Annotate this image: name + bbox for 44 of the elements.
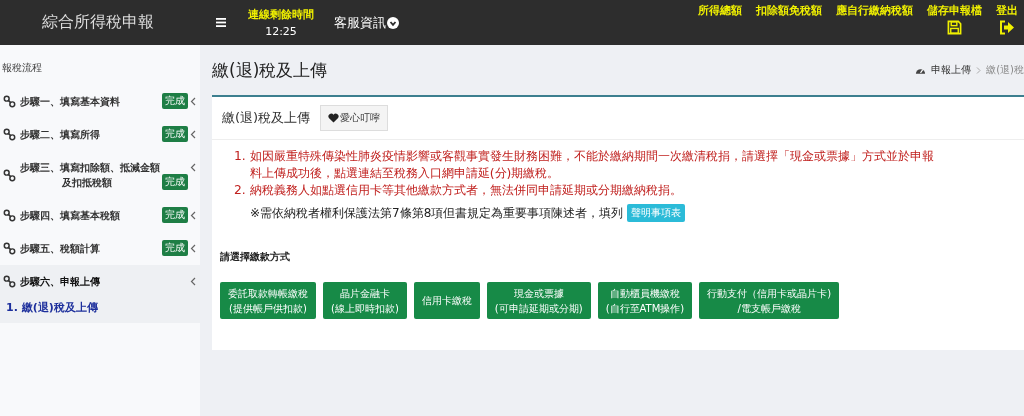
sidebar-item[interactable]: 步驟四、填寫基本稅額 完成	[0, 199, 200, 232]
header-link[interactable]: 登出	[996, 3, 1018, 18]
step-label: 步驟一、填寫基本資料	[20, 94, 120, 109]
sidebar-item[interactable]: 步驟一、填寫基本資料 完成	[0, 85, 200, 118]
step-label: 步驟二、填寫所得	[20, 127, 100, 142]
header-link[interactable]: 扣除額免稅額	[756, 3, 822, 18]
sidebar-heading: 報稅流程	[1, 61, 43, 75]
list-number: 1.	[234, 148, 246, 165]
step-label: 步驟四、填寫基本稅額	[20, 208, 120, 223]
note-text: ※需依納稅者權利保護法第7條第8項但書規定為重要事項陳述者，填列	[250, 204, 624, 222]
payment-method-button[interactable]: 委託取款轉帳繳稅 (提供帳戶供扣款)	[220, 282, 316, 319]
sidebar-item[interactable]: 步驟五、稅額計算 完成	[0, 232, 200, 265]
step-label: 步驟六、申報上傳	[20, 274, 100, 289]
notice-text: 納稅義務人如點選信用卡等其他繳款方式者，無法併同申請延期或分期繳納稅捐。	[249, 182, 682, 199]
reminder-button[interactable]: 愛心叮嚀	[320, 105, 389, 131]
status-badge: 完成	[162, 240, 188, 256]
breadcrumb-link[interactable]: 申報上傳	[931, 63, 972, 77]
status-badge: 完成	[162, 207, 188, 223]
payment-method-button[interactable]: 自動櫃員機繳稅 (自行至ATM操作)	[597, 282, 693, 319]
step-label: 步驟三、填寫扣除額、抵減金額及扣抵稅額	[20, 160, 161, 190]
app-title: 綜合所得稅申報	[42, 12, 155, 33]
sidebar-item[interactable]: 步驟六、申報上傳	[0, 265, 200, 298]
timer-value: 12:25	[265, 25, 297, 38]
status-badge: 完成	[162, 93, 188, 109]
timer-label: 連線剩餘時間	[248, 7, 314, 22]
payment-method-button[interactable]: 行動支付（信用卡或晶片卡) /電支帳戶繳稅	[699, 282, 840, 319]
step-label: 步驟五、稅額計算	[20, 241, 100, 256]
payment-method-button[interactable]: 現金或票據 (可申請延期或分期)	[486, 282, 591, 319]
sidebar-item[interactable]: 步驟二、填寫所得 完成	[0, 118, 200, 151]
page-title: 繳(退)稅及上傳	[212, 58, 329, 82]
card-title: 繳(退)稅及上傳	[222, 109, 311, 127]
sidebar-item[interactable]: 步驟三、填寫扣除額、抵減金額及扣抵稅額 完成	[0, 151, 200, 199]
payment-heading: 請選擇繳款方式	[220, 250, 291, 264]
sidebar-subitem[interactable]: 1. 繳(退)稅及上傳	[0, 298, 200, 323]
service-menu[interactable]: 客服資訊	[334, 13, 399, 32]
list-number: 2.	[234, 182, 246, 199]
notice-text: 如因嚴重特殊傳染性肺炎疫情影響或客觀事實發生財務困難，不能於繳納期間一次繳清稅捐，請選擇「現金或票據」方式並於申報 料上傳成功後，點選連結至稅務入口網申請延(分)期繳稅。	[249, 148, 934, 182]
header-link[interactable]: 應自行繳納稅額	[836, 3, 913, 18]
header-link[interactable]: 儲存申報檔	[927, 3, 982, 18]
payment-method-button[interactable]: 晶片金融卡 (線上即時扣款)	[323, 282, 407, 319]
header-link[interactable]: 所得總額	[698, 3, 742, 18]
status-badge: 完成	[162, 174, 188, 190]
payment-method-button[interactable]: 信用卡繳稅	[413, 282, 480, 319]
status-badge: 完成	[162, 126, 188, 142]
